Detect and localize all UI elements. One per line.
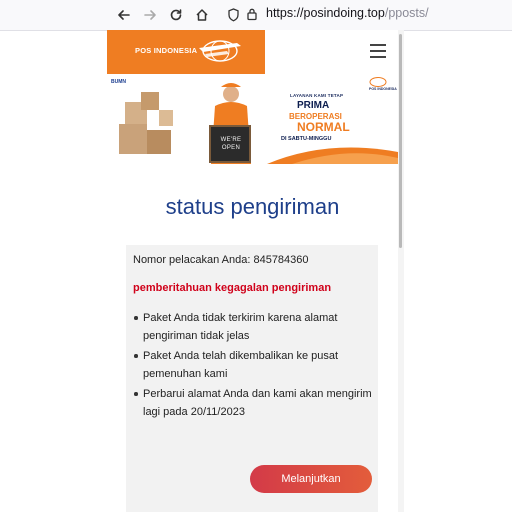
forward-arrow-icon[interactable] (139, 5, 161, 25)
hamburger-menu-icon[interactable] (370, 44, 386, 58)
home-icon[interactable] (191, 5, 213, 25)
banner-graphic (107, 74, 398, 164)
tracking-number-text: Nomor pelacakan Anda: 845784360 (133, 254, 309, 266)
banner-line-1: LAYANAN KAMI TETAP (290, 93, 344, 98)
notice-card: Nomor pelacakan Anda: 845784360 pemberit… (126, 245, 378, 512)
pos-logo-icon (199, 40, 241, 62)
scrollbar-thumb[interactable] (399, 34, 402, 248)
continue-button[interactable]: Melanjutkan (250, 465, 372, 493)
list-item: Paket Anda telah dikembalikan ke pusat p… (133, 347, 373, 383)
chalkboard-text: WE'RE OPEN (220, 137, 242, 151)
list-item: Perbarui alamat Anda dan kami akan mengi… (133, 385, 373, 421)
reload-icon[interactable] (165, 5, 187, 25)
site-header: POS INDONESIA (107, 30, 398, 74)
address-bar[interactable]: https://posindoing.top/pposts/ (224, 3, 512, 27)
lock-icon[interactable] (246, 7, 258, 26)
url-text[interactable]: https://posindoing.top/pposts/ (266, 6, 429, 20)
url-path: /pposts/ (384, 6, 429, 20)
page-viewport: POS INDONESIA BUMN POS INDONESIA WE'RE O… (107, 30, 398, 512)
promo-banner: BUMN POS INDONESIA WE'RE OPEN LAYANAN KA… (107, 74, 398, 164)
list-item: Paket Anda tidak terkirim karena alamat … (133, 309, 373, 345)
shield-icon[interactable] (227, 8, 240, 27)
back-arrow-icon[interactable] (113, 5, 135, 25)
url-host: https://posindoing.top (266, 6, 385, 20)
banner-corner-logo-text: POS INDONESIA (369, 87, 397, 91)
page-title: status pengiriman (165, 194, 340, 219)
logo-text: POS INDONESIA (135, 46, 198, 55)
browser-toolbar: https://posindoing.top/pposts/ (0, 0, 512, 31)
notice-list: Paket Anda tidak terkirim karena alamat … (133, 309, 373, 423)
bumn-logo-text: BUMN (111, 79, 126, 85)
banner-line-5: DI SABTU-MINGGU (281, 136, 332, 142)
logo-area[interactable]: POS INDONESIA (107, 30, 265, 74)
scrollbar[interactable] (398, 30, 404, 512)
banner-line-4: NORMAL (297, 120, 350, 134)
banner-line-2: PRIMA (297, 100, 330, 111)
failure-notice-heading: pemberitahuan kegagalan pengiriman (133, 282, 332, 294)
